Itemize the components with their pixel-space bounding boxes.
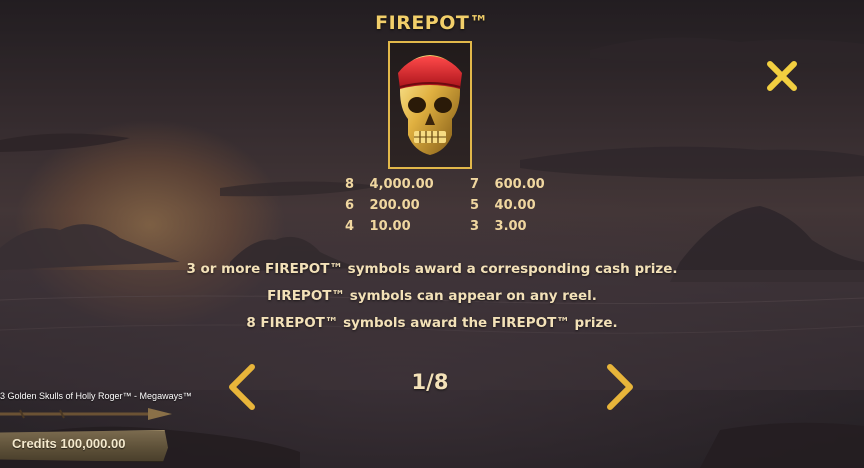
- chevron-left-icon: [229, 364, 255, 410]
- spear-decoration: [0, 408, 172, 420]
- paytable-row: 6 200.00: [345, 195, 434, 216]
- symbol-count: 5: [470, 198, 480, 213]
- payout-value: 40.00: [494, 198, 536, 213]
- paytable-row: 8 4,000.00: [345, 174, 434, 195]
- payout-value: 600.00: [494, 177, 545, 192]
- symbol-frame: [388, 41, 472, 169]
- page-indicator: 1/8: [411, 370, 449, 394]
- paytable-right-column: 7 600.00 5 40.00 3 3.00: [470, 174, 545, 237]
- close-button[interactable]: [764, 58, 800, 94]
- paytable-row: 4 10.00: [345, 216, 434, 237]
- credits-balance: Credits 100,000.00: [12, 436, 126, 451]
- screen-title: FIREPOT™: [375, 12, 489, 34]
- rules-description: 3 or more FIREPOT™ symbols award a corre…: [0, 258, 864, 339]
- symbol-count: 8: [345, 177, 355, 192]
- game-title: 3 Golden Skulls of Holly Roger™ - Megawa…: [0, 391, 192, 401]
- close-icon: [767, 61, 797, 91]
- chevron-right-icon: [607, 364, 633, 410]
- next-page-button[interactable]: [602, 362, 638, 412]
- rules-line: 3 or more FIREPOT™ symbols award a corre…: [186, 261, 678, 277]
- rules-line: FIREPOT™ symbols can appear on any reel.: [267, 288, 597, 304]
- paytable-row: 3 3.00: [470, 216, 545, 237]
- rules-line: 8 FIREPOT™ symbols award the FIREPOT™ pr…: [246, 315, 618, 331]
- symbol-count: 6: [345, 198, 355, 213]
- paytable-left-column: 8 4,000.00 6 200.00 4 10.00: [345, 174, 434, 237]
- symbol-count: 4: [345, 219, 355, 234]
- symbol-count: 3: [470, 219, 480, 234]
- payout-value: 10.00: [369, 219, 411, 234]
- paytable-row: 7 600.00: [470, 174, 545, 195]
- payout-value: 200.00: [369, 198, 420, 213]
- payout-value: 3.00: [494, 219, 527, 234]
- payout-value: 4,000.00: [369, 177, 434, 192]
- symbol-count: 7: [470, 177, 480, 192]
- paytable-row: 5 40.00: [470, 195, 545, 216]
- golden-skull-red-bandana-icon: [398, 55, 462, 155]
- previous-page-button[interactable]: [224, 362, 260, 412]
